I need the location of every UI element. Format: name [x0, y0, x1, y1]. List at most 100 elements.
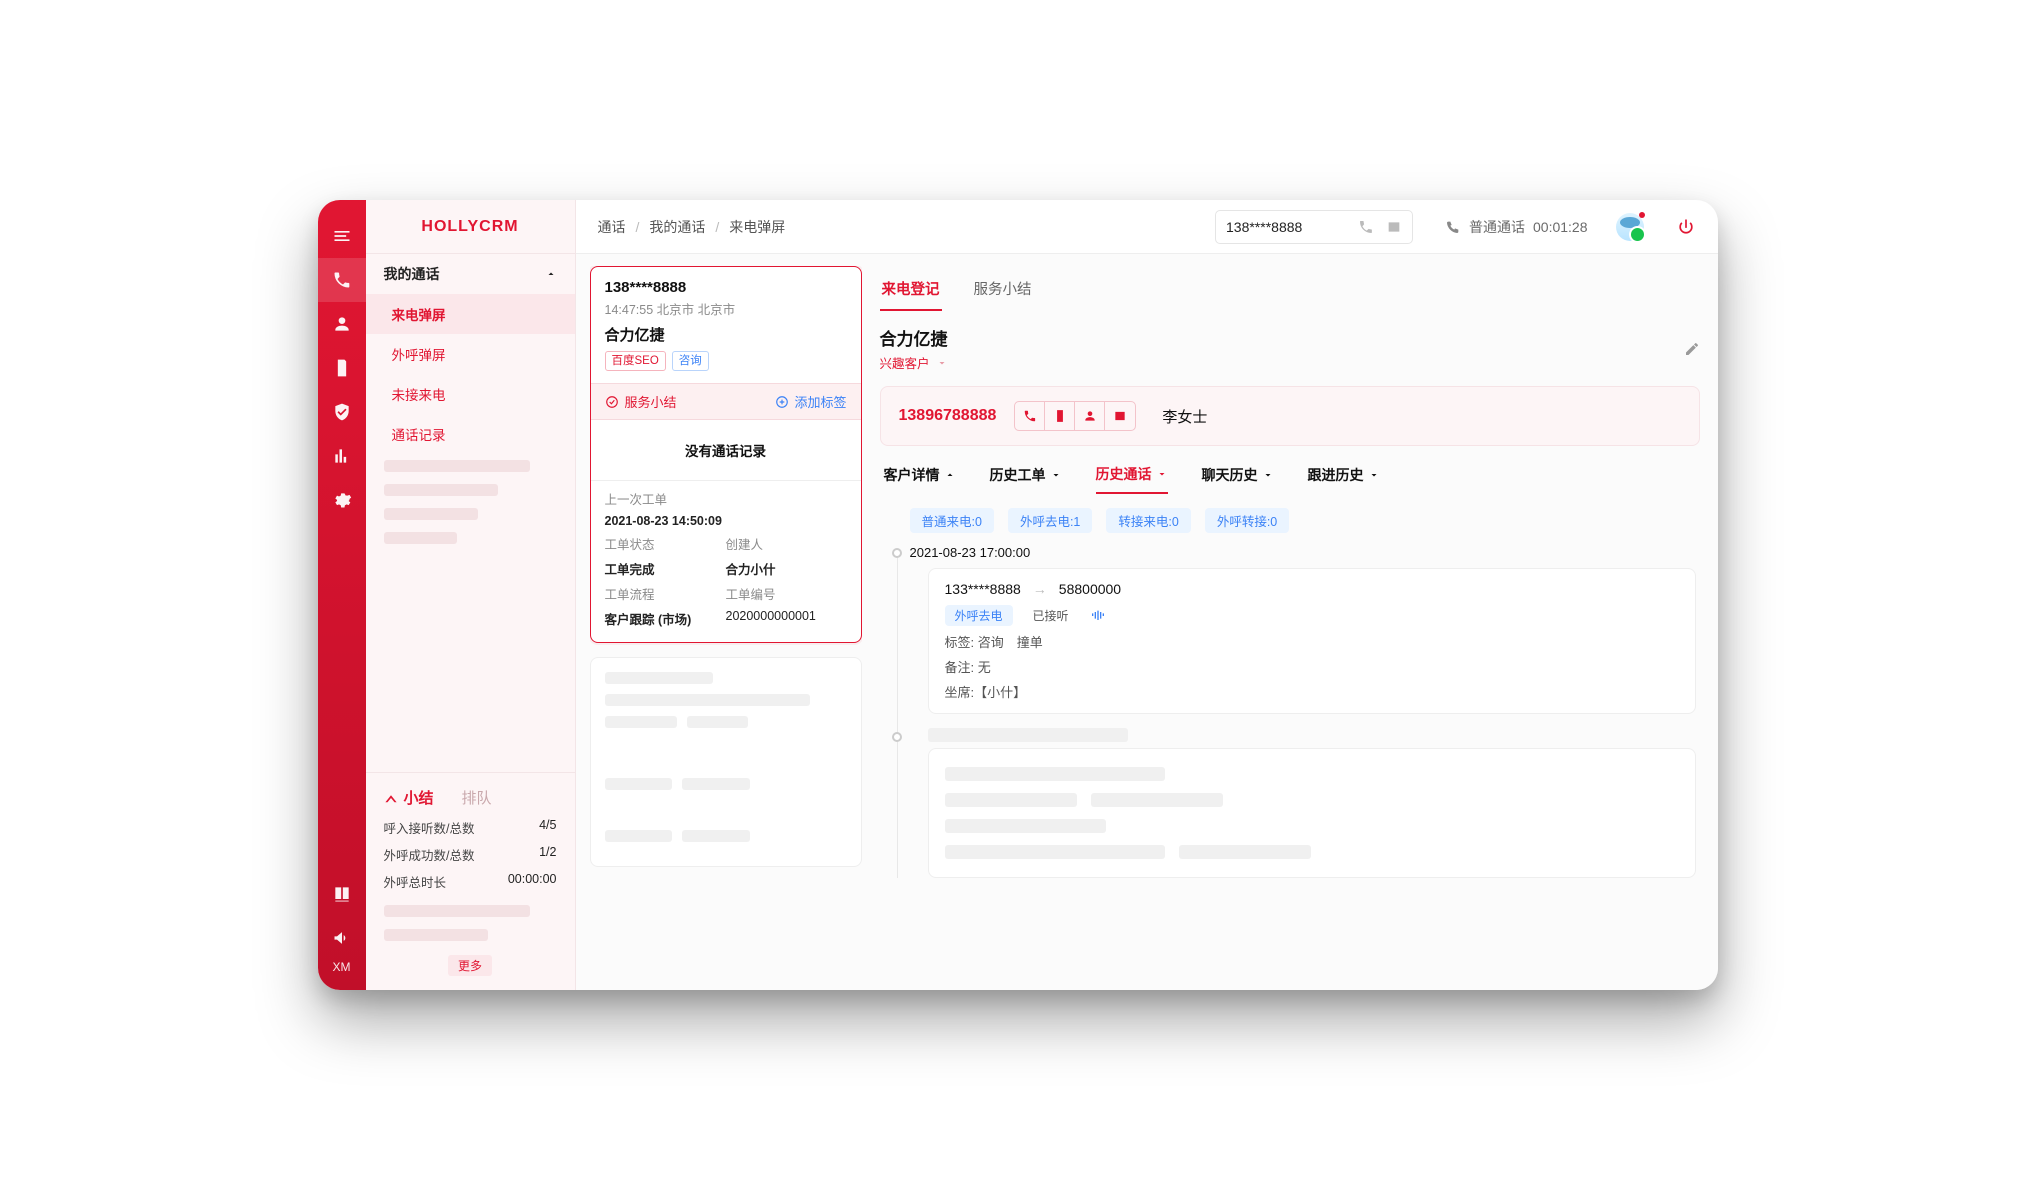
filter-incoming[interactable]: 普通来电:0 — [910, 508, 994, 533]
call-column: 138****8888 14:47:55 北京市 北京市 合力亿捷 百度SEO … — [590, 266, 862, 972]
call-to: 58800000 — [1059, 581, 1121, 597]
menu-icon[interactable] — [318, 214, 366, 258]
call-corp: 合力亿捷 — [605, 324, 847, 345]
dial-input[interactable]: 138****8888 — [1226, 219, 1346, 235]
chevron-down-icon — [1050, 469, 1062, 481]
card-icon[interactable] — [1386, 219, 1402, 235]
action-card-icon[interactable] — [1105, 402, 1135, 430]
subtab-customer-detail[interactable]: 客户详情 — [884, 464, 956, 494]
rail-book-icon[interactable] — [318, 872, 366, 916]
customer-category[interactable]: 兴趣客户 — [880, 353, 948, 372]
stat-skeleton — [384, 905, 530, 917]
action-person-icon[interactable] — [1075, 402, 1105, 430]
crumb: 来电弹屏 — [729, 217, 785, 237]
chevron-up-icon — [944, 469, 956, 481]
customer-phone-bar: 13896788888 李女士 — [880, 386, 1700, 446]
customer-header: 合力亿捷 兴趣客户 — [880, 325, 1700, 372]
phone-icon[interactable] — [1358, 219, 1374, 235]
active-call-card: 138****8888 14:47:55 北京市 北京市 合力亿捷 百度SEO … — [590, 266, 862, 643]
rail-shield-icon[interactable] — [318, 390, 366, 434]
call-number: 138****8888 — [605, 279, 847, 296]
topbar: 通话/ 我的通话/ 来电弹屏 138****8888 普通通话 00:01:28 — [576, 200, 1718, 254]
sidebar: HOLLYCRM 我的通话 来电弹屏 外呼弹屏 未接来电 通话记录 小结 排队 … — [366, 200, 576, 990]
crumb[interactable]: 通话 — [598, 217, 626, 237]
filter-transfer-in[interactable]: 转接来电:0 — [1106, 508, 1190, 533]
call-meta: 14:47:55 北京市 北京市 — [605, 299, 847, 318]
chevron-down-icon — [1262, 469, 1274, 481]
app-window: XM HOLLYCRM 我的通话 来电弹屏 外呼弹屏 未接来电 通话记录 小结 … — [318, 200, 1718, 990]
nav-group-my-calls[interactable]: 我的通话 — [366, 254, 575, 294]
nav-group-label: 我的通话 — [384, 264, 440, 284]
add-tag-button[interactable]: 添加标签 — [775, 392, 846, 411]
nav-skeleton — [384, 460, 530, 472]
rail-tickets-icon[interactable] — [318, 346, 366, 390]
rail-analytics-icon[interactable] — [318, 434, 366, 478]
subtab-chat-history[interactable]: 聊天历史 — [1202, 464, 1274, 494]
nav-skeleton — [384, 484, 499, 496]
telephone-icon — [1445, 219, 1461, 235]
tab-incoming-register[interactable]: 来电登记 — [880, 268, 942, 311]
customer-name: 合力亿捷 — [880, 325, 948, 350]
sidebar-tab-summary[interactable]: 小结 — [384, 787, 434, 808]
brand-logo: HOLLYCRM — [366, 200, 575, 254]
subtab-history-tickets[interactable]: 历史工单 — [990, 464, 1062, 494]
action-mobile-icon[interactable] — [1045, 402, 1075, 430]
dial-input-group: 138****8888 — [1215, 210, 1413, 244]
more-button[interactable]: 更多 — [448, 955, 492, 976]
main-tabs: 来电登记 服务小结 — [876, 266, 1704, 311]
phone-action-group — [1014, 401, 1136, 431]
edit-icon[interactable] — [1684, 341, 1700, 357]
contact-name: 李女士 — [1162, 406, 1207, 427]
tag-baidu-seo: 百度SEO — [605, 351, 666, 371]
nav-skeleton — [384, 508, 478, 520]
nav-item-incoming-popup[interactable]: 来电弹屏 — [366, 294, 575, 334]
chevron-down-icon — [936, 357, 948, 369]
arrow-right-icon: → — [1033, 581, 1047, 597]
tag-consult: 咨询 — [672, 351, 709, 371]
filter-outgoing[interactable]: 外呼去电:1 — [1008, 508, 1092, 533]
rail-settings-icon[interactable] — [318, 478, 366, 522]
stat-outgoing: 外呼成功数/总数1/2 — [366, 841, 575, 868]
detail-sub-tabs: 客户详情 历史工单 历史通话 聊天历史 跟进历史 — [880, 464, 1700, 494]
rail-announce-icon[interactable] — [318, 916, 366, 960]
stat-incoming: 呼入接听数/总数4/5 — [366, 814, 575, 841]
subtab-history-calls[interactable]: 历史通话 — [1096, 464, 1168, 494]
rail-xm-label[interactable]: XM — [333, 960, 351, 974]
call-status: 普通通话 00:01:28 — [1445, 217, 1588, 237]
customer-phone: 13896788888 — [899, 407, 997, 425]
call-type-filters: 普通来电:0 外呼去电:1 转接来电:0 外呼转接:0 — [880, 508, 1700, 533]
stat-skeleton — [384, 929, 489, 941]
timeline-skeleton-card — [928, 748, 1696, 878]
chevron-down-icon — [1368, 469, 1380, 481]
service-summary-button[interactable]: 服务小结 — [605, 392, 677, 411]
power-icon[interactable] — [1676, 217, 1696, 237]
content: 138****8888 14:47:55 北京市 北京市 合力亿捷 百度SEO … — [576, 254, 1718, 990]
main-area: 通话/ 我的通话/ 来电弹屏 138****8888 普通通话 00:01:28 — [576, 200, 1718, 990]
call-timeline: 2021-08-23 17:00:00 133****8888 → 588000… — [892, 545, 1700, 878]
chip-call-status: 已接听 — [1023, 605, 1079, 626]
last-ticket-grid: 上一次工单 2021-08-23 14:50:09 工单状态创建人 工单完成合力… — [591, 480, 861, 642]
user-avatar[interactable] — [1616, 213, 1644, 241]
filter-transfer-out[interactable]: 外呼转接:0 — [1205, 508, 1289, 533]
chevron-up-icon — [545, 268, 557, 280]
rail-customers-icon[interactable] — [318, 302, 366, 346]
detail-column: 来电登记 服务小结 合力亿捷 兴趣客户 13896788888 — [876, 266, 1704, 972]
sidebar-tab-queue[interactable]: 排队 — [462, 787, 492, 808]
action-call-icon[interactable] — [1015, 402, 1045, 430]
breadcrumb: 通话/ 我的通话/ 来电弹屏 — [598, 217, 786, 237]
subtab-follow-history[interactable]: 跟进历史 — [1308, 464, 1380, 494]
no-records-label: 没有通话记录 — [591, 420, 861, 480]
nav-item-missed[interactable]: 未接来电 — [366, 374, 575, 414]
nav-item-call-records[interactable]: 通话记录 — [366, 414, 575, 454]
rail-calls-icon[interactable] — [318, 258, 366, 302]
nav-item-outgoing-popup[interactable]: 外呼弹屏 — [366, 334, 575, 374]
tab-service-summary[interactable]: 服务小结 — [972, 268, 1034, 311]
crumb[interactable]: 我的通话 — [649, 217, 705, 237]
timeline-timestamp: 2021-08-23 17:00:00 — [910, 545, 1700, 560]
nav-rail: XM — [318, 200, 366, 990]
timeline-call-card: 133****8888 → 58800000 外呼去电 已接听 标签: 咨询 撞… — [928, 568, 1696, 714]
waveform-icon[interactable] — [1089, 608, 1107, 624]
stat-duration: 外呼总时长00:00:00 — [366, 868, 575, 895]
nav-skeleton — [384, 532, 457, 544]
ticket-number-link[interactable]: 2020000000001 — [726, 609, 847, 628]
